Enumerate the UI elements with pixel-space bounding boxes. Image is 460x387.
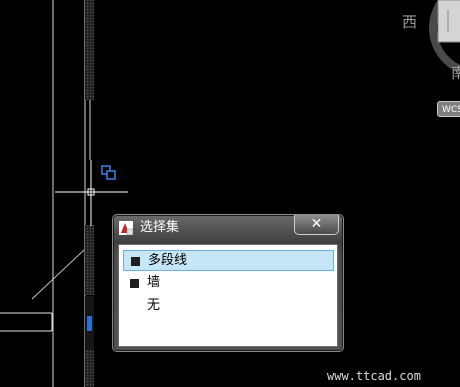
blue-grip-marker[interactable]	[87, 316, 92, 331]
viewcube-west-label[interactable]: 西	[402, 15, 417, 30]
list-item-wall[interactable]: 墙	[123, 273, 334, 294]
list-item-none[interactable]: 无	[123, 296, 334, 317]
hatched-wall-segment	[85, 0, 94, 100]
selection-cycling-icon	[101, 165, 116, 180]
selection-set-dialog: 选择集 ✕ 多段线 墙 无	[112, 214, 344, 352]
list-item-label: 多段线	[148, 253, 188, 268]
list-item-label: 无	[147, 298, 161, 313]
close-button[interactable]: ✕	[294, 215, 339, 235]
viewcube-south-label[interactable]: 南	[451, 66, 460, 81]
hatched-wall-segment	[85, 350, 94, 387]
list-item-label: 墙	[147, 275, 161, 290]
list-item-polyline[interactable]: 多段线	[123, 250, 334, 271]
watermark-text: www.ttcad.com	[327, 369, 421, 383]
viewcube-face[interactable]	[437, 0, 460, 43]
color-swatch-icon	[130, 279, 139, 288]
selection-list: 多段线 墙 无	[118, 244, 338, 347]
diagonal-line	[31, 249, 85, 300]
dialog-title: 选择集	[140, 220, 180, 235]
hatched-wall-segment	[85, 225, 94, 295]
color-swatch-icon	[131, 257, 140, 266]
autocad-app-icon	[119, 221, 133, 235]
wcs-menu-button[interactable]: WCS	[437, 101, 460, 117]
